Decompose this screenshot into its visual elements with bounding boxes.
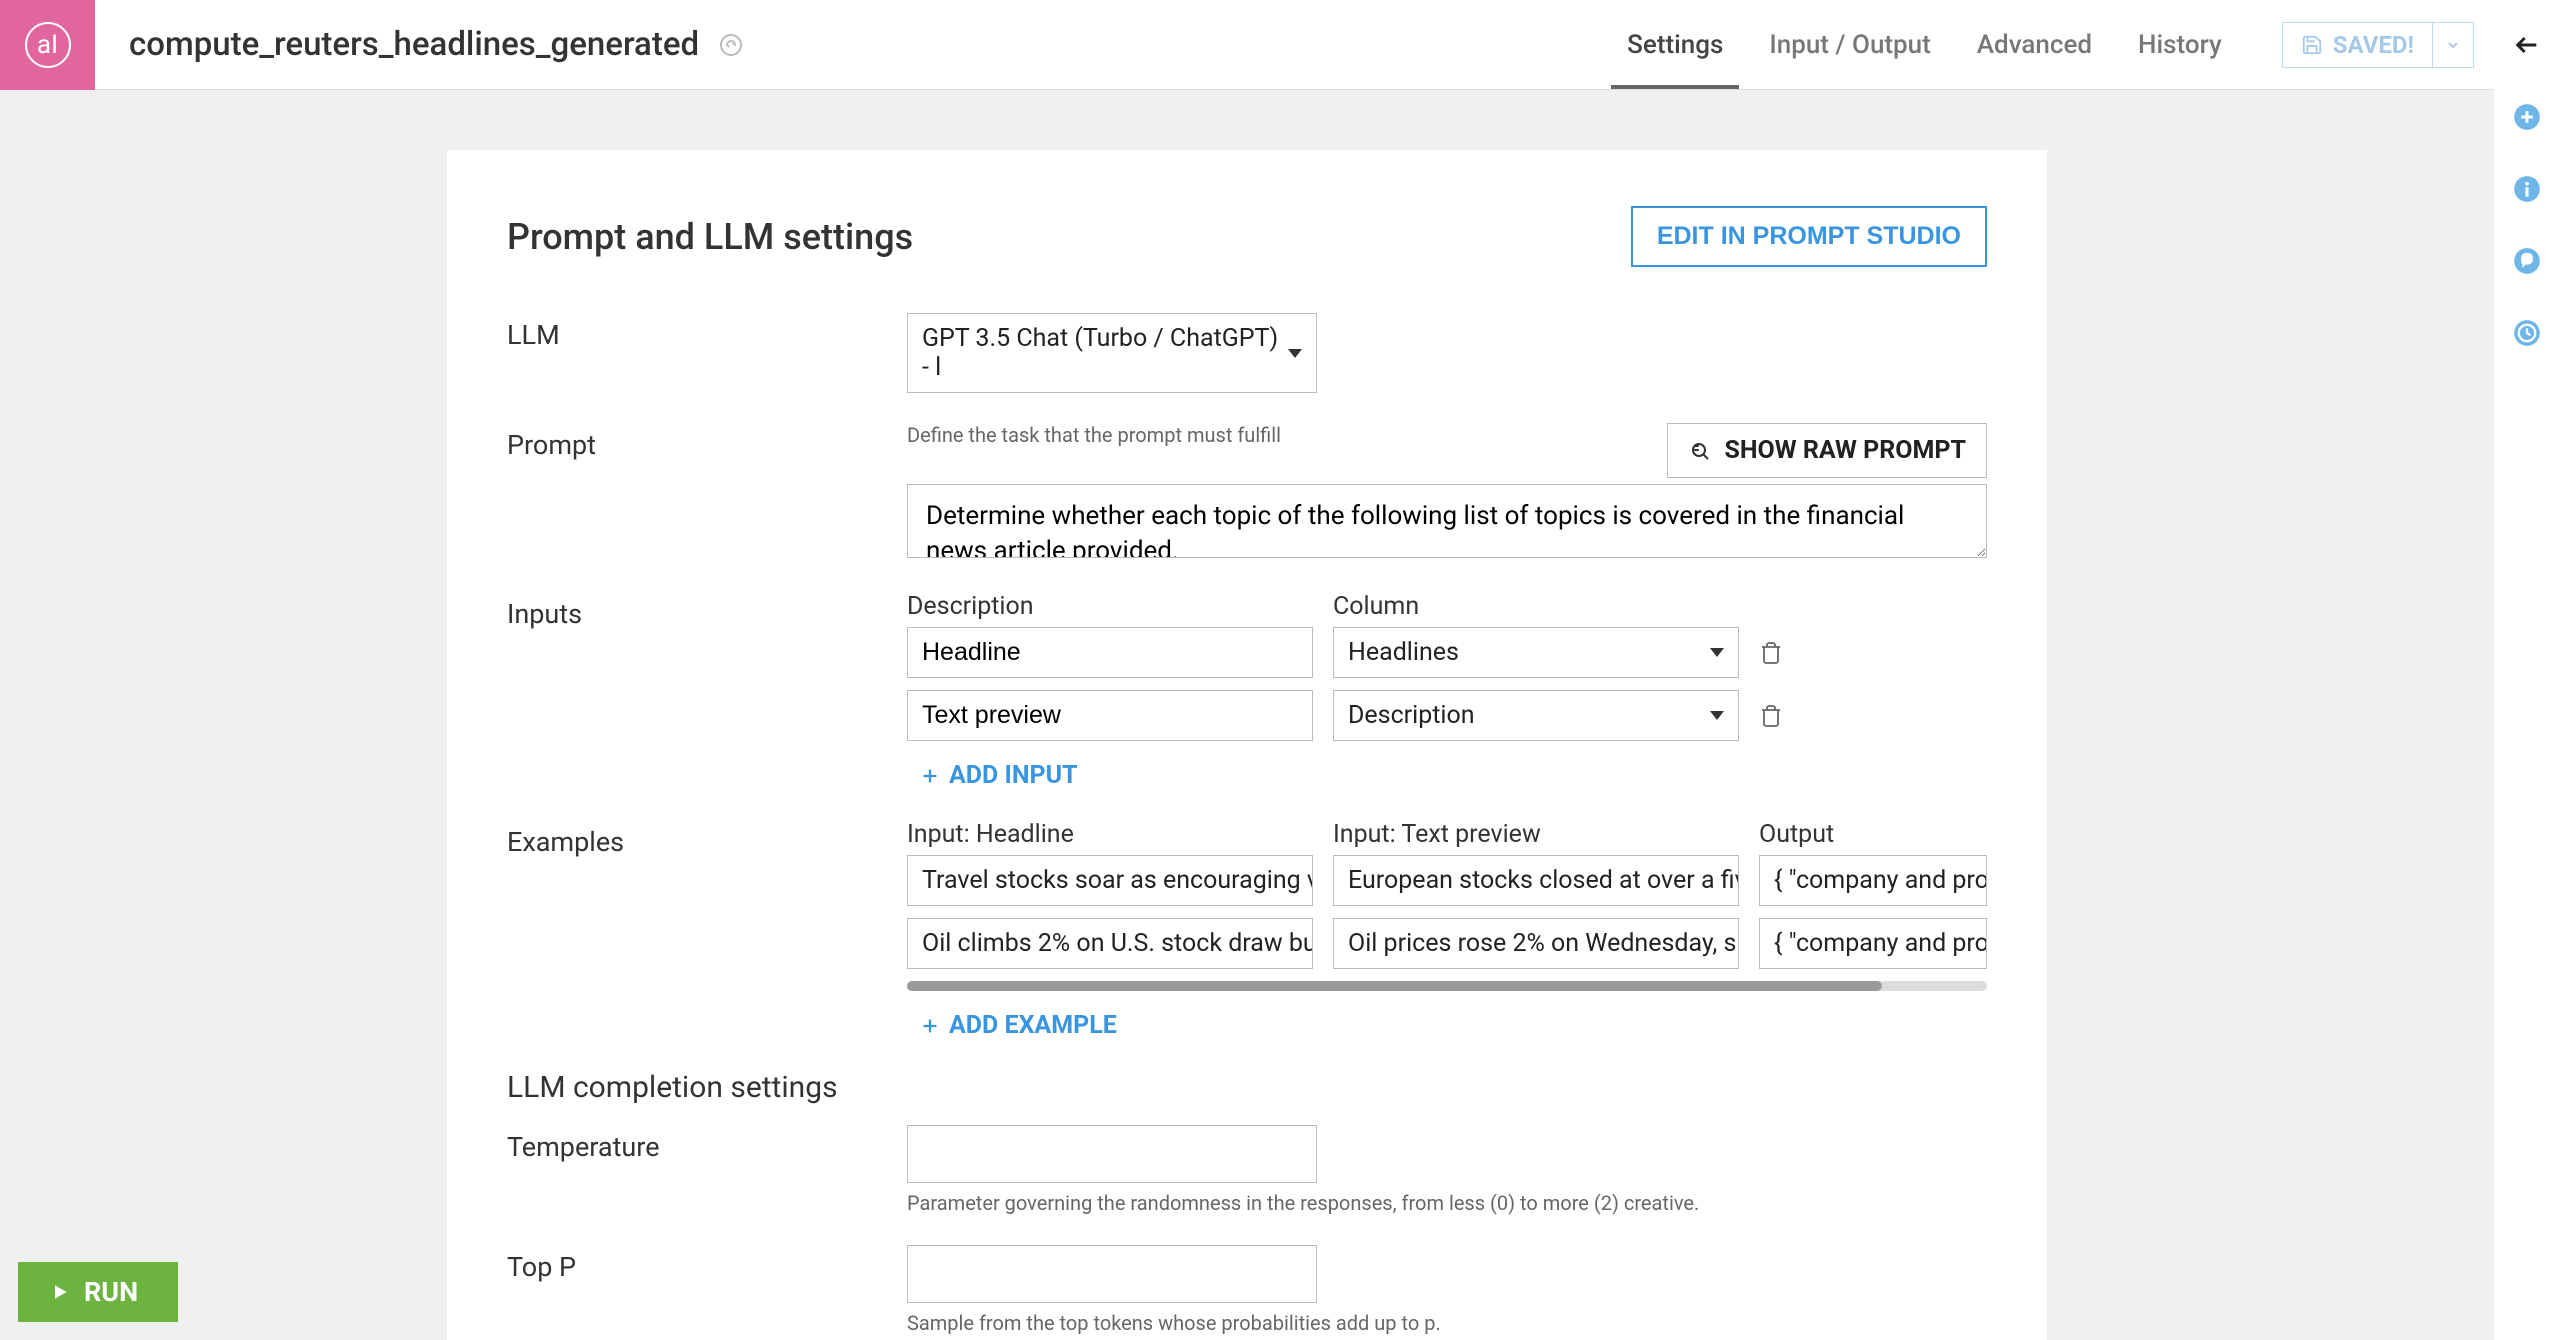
examples-label: Examples [507,820,907,858]
tab-input-output[interactable]: Input / Output [1769,0,1930,89]
card-title: Prompt and LLM settings [507,216,913,258]
sync-icon[interactable] [719,33,743,57]
tab-advanced[interactable]: Advanced [1977,0,2092,89]
tab-settings[interactable]: Settings [1627,0,1723,89]
inputs-desc-header: Description [907,592,1313,621]
page-title: compute_reuters_headlines_generated [129,25,699,64]
add-input-button[interactable]: ADD INPUT [919,761,1987,790]
delete-input-button[interactable] [1759,641,1783,665]
examples-header-2: Input: Text preview [1333,820,1739,849]
logo-text: aI [25,22,71,68]
settings-card: Prompt and LLM settings EDIT IN PROMPT S… [447,150,2047,1340]
show-raw-prompt-label: SHOW RAW PROMPT [1724,436,1966,465]
run-label: RUN [84,1276,138,1308]
saved-dropdown[interactable] [2432,22,2474,68]
topbar: aI compute_reuters_headlines_generated S… [0,0,2494,90]
right-rail [2494,0,2560,1340]
input-desc-field[interactable] [907,690,1313,741]
completion-settings-title: LLM completion settings [507,1070,1987,1105]
llm-selected-value: GPT 3.5 Chat (Turbo / ChatGPT) - l [922,324,1288,382]
input-desc-field[interactable] [907,627,1313,678]
info-icon[interactable] [2512,174,2542,204]
app-logo[interactable]: aI [0,0,95,90]
chevron-down-icon [1288,349,1302,358]
input-column-select[interactable]: Headlines [1333,627,1739,678]
show-raw-prompt-button[interactable]: SHOW RAW PROMPT [1667,423,1987,478]
top-p-label: Top P [507,1245,907,1283]
example-headline-field[interactable]: Travel stocks soar as encouraging va [907,855,1313,906]
temperature-helper: Parameter governing the randomness in th… [907,1191,1987,1215]
prompt-textarea[interactable] [907,484,1987,558]
prompt-label: Prompt [507,423,907,461]
scrollbar-thumb[interactable] [907,981,1882,991]
inputs-col-header: Column [1333,592,1739,621]
example-output-field[interactable]: { "company and product n [1759,855,1987,906]
delete-input-button[interactable] [1759,704,1783,728]
edit-prompt-studio-button[interactable]: EDIT IN PROMPT STUDIO [1631,206,1987,267]
examples-header-1: Input: Headline [907,820,1313,849]
examples-header-output: Output [1759,820,1987,849]
chevron-down-icon [1710,648,1724,657]
example-headline-field[interactable]: Oil climbs 2% on U.S. stock draw but [907,918,1313,969]
example-preview-field[interactable]: European stocks closed at over a five [1333,855,1739,906]
tabs: Settings Input / Output Advanced History [1627,0,2222,89]
saved-label: SAVED! [2333,31,2414,59]
input-column-select[interactable]: Description [1333,690,1739,741]
tab-history[interactable]: History [2138,0,2222,89]
clock-icon[interactable] [2512,318,2542,348]
examples-horizontal-scrollbar[interactable] [907,981,1987,991]
inputs-label: Inputs [507,592,907,630]
top-p-helper: Sample from the top tokens whose probabi… [907,1311,1987,1335]
prompt-helper: Define the task that the prompt must ful… [907,423,1281,447]
chat-icon[interactable] [2512,246,2542,276]
llm-label: LLM [507,313,907,351]
add-example-label: ADD EXAMPLE [949,1011,1117,1040]
top-p-input[interactable] [907,1245,1317,1303]
add-input-label: ADD INPUT [949,761,1078,790]
saved-button[interactable]: SAVED! [2282,22,2432,68]
add-example-button[interactable]: ADD EXAMPLE [919,1011,1987,1040]
run-button[interactable]: RUN [18,1262,178,1322]
example-output-field[interactable]: { "company and product n [1759,918,1987,969]
content-scroll[interactable]: Prompt and LLM settings EDIT IN PROMPT S… [0,90,2494,1340]
temperature-label: Temperature [507,1125,907,1163]
main-area: aI compute_reuters_headlines_generated S… [0,0,2494,1340]
saved-button-group: SAVED! [2282,22,2474,68]
input-column-value: Description [1348,701,1475,730]
temperature-input[interactable] [907,1125,1317,1183]
back-arrow-icon[interactable] [2512,30,2542,60]
example-preview-field[interactable]: Oil prices rose 2% on Wednesday, su [1333,918,1739,969]
llm-select[interactable]: GPT 3.5 Chat (Turbo / ChatGPT) - l [907,313,1317,393]
chevron-down-icon [1710,711,1724,720]
add-icon[interactable] [2512,102,2542,132]
input-column-value: Headlines [1348,638,1459,667]
